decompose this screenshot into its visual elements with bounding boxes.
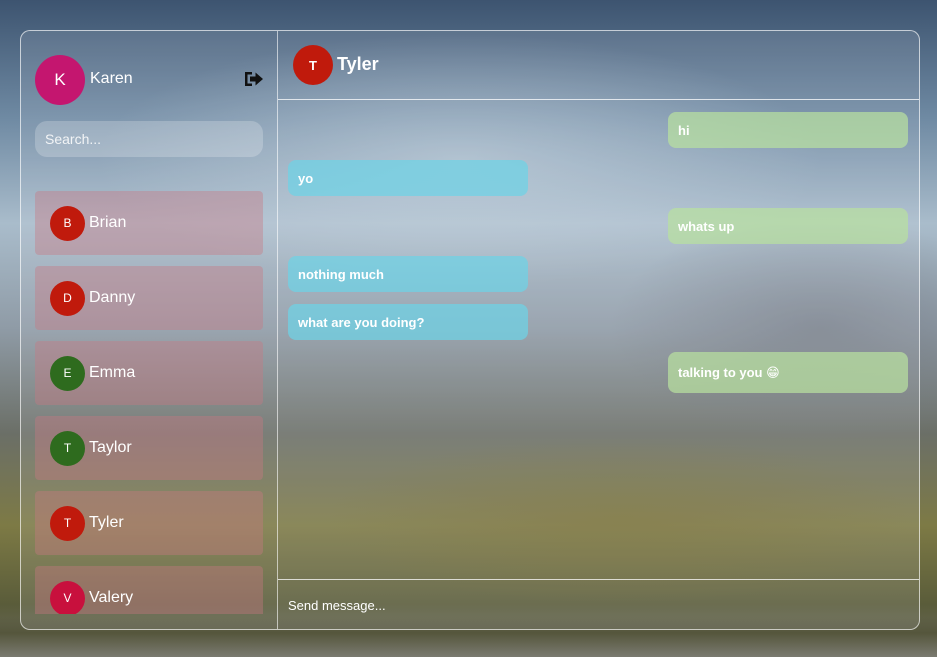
contact-name: Emma (89, 364, 136, 381)
current-user: K Karen (35, 55, 265, 105)
chat-partner-name: Tyler (337, 53, 379, 74)
avatar: E (50, 355, 85, 391)
chat-panel: T Tyler hi yo whats up nothing much what… (278, 31, 919, 629)
contact-item-brian[interactable]: B Brian (35, 191, 263, 255)
contact-item-valery[interactable]: V Valery (35, 566, 263, 614)
avatar: V (50, 580, 85, 614)
message-outgoing: whats up (668, 208, 908, 244)
contact-name: Brian (89, 214, 127, 231)
contact-item-danny[interactable]: D Danny (35, 266, 263, 330)
avatar: D (50, 280, 85, 316)
avatar: B (50, 205, 85, 241)
avatar: T (293, 45, 333, 85)
contact-name: Taylor (89, 439, 132, 456)
contact-item-tyler[interactable]: T Tyler (35, 491, 263, 555)
message-incoming: what are you doing? (288, 304, 528, 340)
contact-name: Tyler (89, 514, 124, 531)
current-user-name: Karen (90, 70, 133, 87)
message-incoming: nothing much (288, 256, 528, 292)
contact-list: B Brian D Danny E Emma T Taylor T Tyler … (35, 191, 263, 614)
sign-out-icon[interactable] (243, 69, 265, 89)
contact-item-emma[interactable]: E Emma (35, 341, 263, 405)
avatar: T (50, 505, 85, 541)
message-input[interactable] (278, 580, 919, 629)
message-outgoing: hi (668, 112, 908, 148)
search-input[interactable] (35, 121, 263, 157)
avatar: K (35, 55, 85, 105)
contact-name: Danny (89, 289, 136, 306)
sidebar: K Karen B Brian D Danny E Emma (21, 31, 278, 629)
message-composer (278, 579, 919, 629)
contact-name: Valery (89, 589, 134, 606)
chat-app-window: K Karen B Brian D Danny E Emma (20, 30, 920, 630)
avatar: T (50, 430, 85, 466)
message-list: hi yo whats up nothing much what are you… (278, 101, 919, 579)
contact-item-taylor[interactable]: T Taylor (35, 416, 263, 480)
chat-header: T Tyler (278, 31, 919, 100)
message-incoming: yo (288, 160, 528, 196)
message-outgoing: talking to you 😁 (668, 352, 908, 393)
